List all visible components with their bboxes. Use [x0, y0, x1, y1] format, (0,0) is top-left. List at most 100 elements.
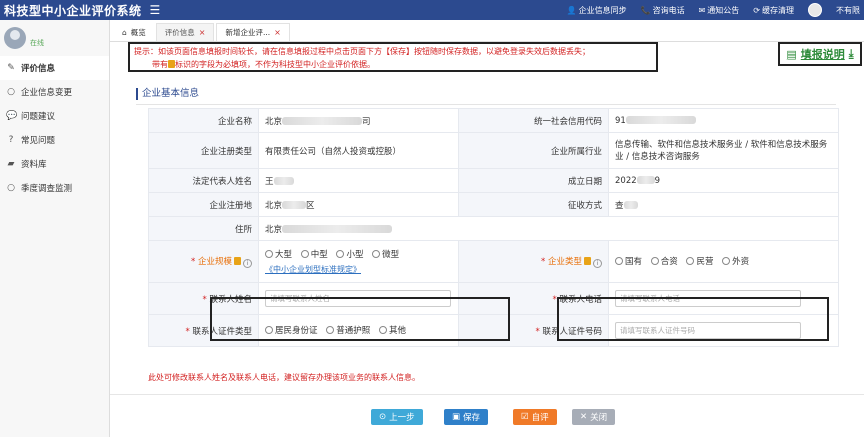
sync-company-button[interactable]: 👤 企业信息同步 [567, 5, 627, 16]
radio-scale-large[interactable]: 大型 [265, 248, 292, 260]
required-mark: * [541, 257, 546, 267]
sidebar-item-label: 季度调查监测 [21, 184, 73, 194]
header-actions: 👤 企业信息同步 📞 咨询电话 ✉ 通知公告 ⟳ 缓存清理 不有限 [567, 3, 864, 17]
radio-circle[interactable] [265, 250, 273, 258]
reg-place-label: 企业注册地 [148, 192, 259, 217]
tip-box: 提示：如该页面信息填报时间较长，请在信息填报过程中点击页面下方【保存】按钮随时保… [128, 42, 658, 72]
tip-line-2-pre: 带有 [152, 60, 168, 69]
required-mark: * [202, 294, 207, 305]
radio-type-joint[interactable]: 合资 [650, 255, 678, 267]
radio-circle[interactable] [336, 250, 345, 258]
download-icon[interactable]: ⤓ [849, 47, 854, 61]
radio-circle[interactable] [615, 257, 623, 265]
radio-circle[interactable] [686, 257, 695, 265]
help-label: 填报说明 [800, 48, 845, 61]
refresh-icon: ⟳ [753, 5, 760, 15]
established-prefix: 2022 [615, 175, 637, 186]
radio-label: 国有 [625, 257, 643, 267]
sidebar-item-company-change[interactable]: ○ 企业信息变更 [0, 80, 109, 104]
scale-options: 大型 中型 小型 微型 《中小企业划型标准规定》 [258, 240, 459, 283]
pencil-icon [168, 60, 175, 68]
folder-icon: ▰ [7, 159, 15, 169]
legal-rep-label: 法定代表人姓名 [148, 168, 259, 193]
radio-type-state[interactable]: 国有 [615, 255, 642, 267]
sidebar-item-library[interactable]: ▰ 资料库 [0, 152, 109, 176]
clear-cache-button[interactable]: ⟳ 缓存清理 [753, 5, 794, 16]
tab-label: 概览 [130, 27, 146, 37]
redacted-text [282, 201, 307, 209]
edit-icon: ✎ [7, 63, 15, 73]
radio-scale-small[interactable]: 小型 [336, 248, 363, 260]
radio-circle[interactable] [722, 257, 731, 265]
self-eval-button[interactable]: ☑ 自评 [513, 409, 557, 425]
scale-label-cell: * 企业规模 i [148, 240, 259, 283]
radio-circle[interactable] [300, 250, 309, 258]
sidebar-item-evaluation[interactable]: ✎ 评价信息 [0, 56, 109, 80]
company-name-suffix: 司 [362, 116, 371, 127]
back-icon: ⊙ [379, 412, 387, 422]
tab-bar: ⌂ 概览 评价信息 × 新增企业评... × [110, 20, 864, 42]
home-icon: ⌂ [122, 27, 127, 37]
redacted-text [625, 116, 696, 124]
close-icon[interactable]: × [199, 28, 206, 37]
avatar[interactable] [808, 3, 822, 17]
prev-step-button[interactable]: ⊙ 上一步 [371, 409, 423, 425]
user-box: 在线 [0, 20, 109, 56]
type-label-cell: * 企业类型 i [458, 240, 609, 283]
info-icon[interactable]: i [593, 259, 602, 268]
sidebar-item-faq[interactable]: ? 常见问题 [0, 128, 109, 152]
company-name-value: 北京 司 [258, 108, 459, 133]
close-icon[interactable]: × [274, 28, 281, 37]
table-row: 企业注册类型 有限责任公司（自然人投资或控股） 企业所属行业 信息传输、软件和信… [148, 132, 839, 169]
hotline-button[interactable]: 📞 咨询电话 [641, 5, 685, 16]
save-button[interactable]: ▣ 保存 [444, 409, 489, 425]
radio-circle[interactable] [650, 257, 659, 265]
tab-evaluation-info[interactable]: 评价信息 × [155, 23, 215, 41]
main-content: 提示：如该页面信息填报时间较长，请在信息填报过程中点击页面下方【保存】按钮随时保… [110, 42, 864, 437]
online-status: 在线 [30, 39, 44, 47]
reg-type-label: 企业注册类型 [148, 132, 259, 169]
question-icon: ? [8, 135, 14, 145]
radio-type-foreign[interactable]: 外资 [722, 255, 749, 267]
residence-prefix: 北京 [265, 224, 283, 235]
tip-line-2: 带有 标识的字段为必填项，不作为科技型中小企业评价依据。 [134, 58, 652, 71]
help-link[interactable]: ▤ 填报说明 ⤓ [778, 42, 862, 66]
radio-label: 小型 [346, 250, 364, 260]
user-name[interactable]: 不有限 [836, 5, 860, 16]
tab-label: 评价信息 [164, 28, 195, 37]
credit-code-prefix: 91 [615, 115, 626, 126]
radio-label: 外资 [732, 257, 750, 267]
required-mark: * [185, 326, 190, 337]
save-icon: ▣ [452, 412, 461, 422]
top-header: 科技型中小企业评价系统 ☰ 👤 企业信息同步 📞 咨询电话 ✉ 通知公告 ⟳ 缓存清理 … [0, 0, 864, 20]
circle-icon: ○ [7, 183, 15, 193]
pencil-icon [584, 257, 591, 265]
notice-button[interactable]: ✉ 通知公告 [699, 5, 740, 16]
sync-company-label: 企业信息同步 [578, 5, 627, 15]
radio-type-private[interactable]: 民营 [686, 255, 713, 267]
radio-scale-micro[interactable]: 微型 [372, 248, 399, 260]
notice-label: 通知公告 [707, 5, 740, 15]
radio-scale-medium[interactable]: 中型 [300, 248, 328, 260]
sidebar-item-label: 常见问题 [21, 136, 56, 146]
sidebar-item-suggestions[interactable]: 💬 问题建议 [0, 104, 109, 128]
info-icon[interactable]: i [243, 259, 252, 268]
legal-rep-prefix: 王 [265, 176, 274, 187]
radio-circle[interactable] [372, 250, 381, 258]
hotline-label: 咨询电话 [652, 5, 685, 15]
pencil-icon [234, 257, 241, 265]
table-row: * 企业规模 i 大型 中型 小型 微型 《中小企业划型标准规定》 * 企业类型 i… [148, 240, 839, 283]
scale-standard-link[interactable]: 《中小企业划型标准规定》 [265, 265, 361, 274]
close-icon: ✕ [580, 412, 588, 422]
sidebar-item-quarterly-survey[interactable]: ○ 季度调查监测 [0, 176, 109, 200]
redacted-text [636, 176, 655, 184]
table-row: 法定代表人姓名 王 成立日期 2022 9 [148, 168, 839, 193]
established-value: 2022 9 [608, 168, 839, 193]
tab-new-company-eval[interactable]: 新增企业评... × [216, 23, 290, 41]
company-name-label: 企业名称 [148, 108, 259, 133]
sidebar-item-label: 资料库 [21, 160, 47, 170]
close-button[interactable]: ✕ 关闭 [572, 409, 616, 425]
tab-overview[interactable]: ⌂ 概览 [114, 23, 154, 41]
app-title: 科技型中小企业评价系统 [4, 3, 142, 18]
menu-icon[interactable]: ☰ [150, 3, 161, 17]
